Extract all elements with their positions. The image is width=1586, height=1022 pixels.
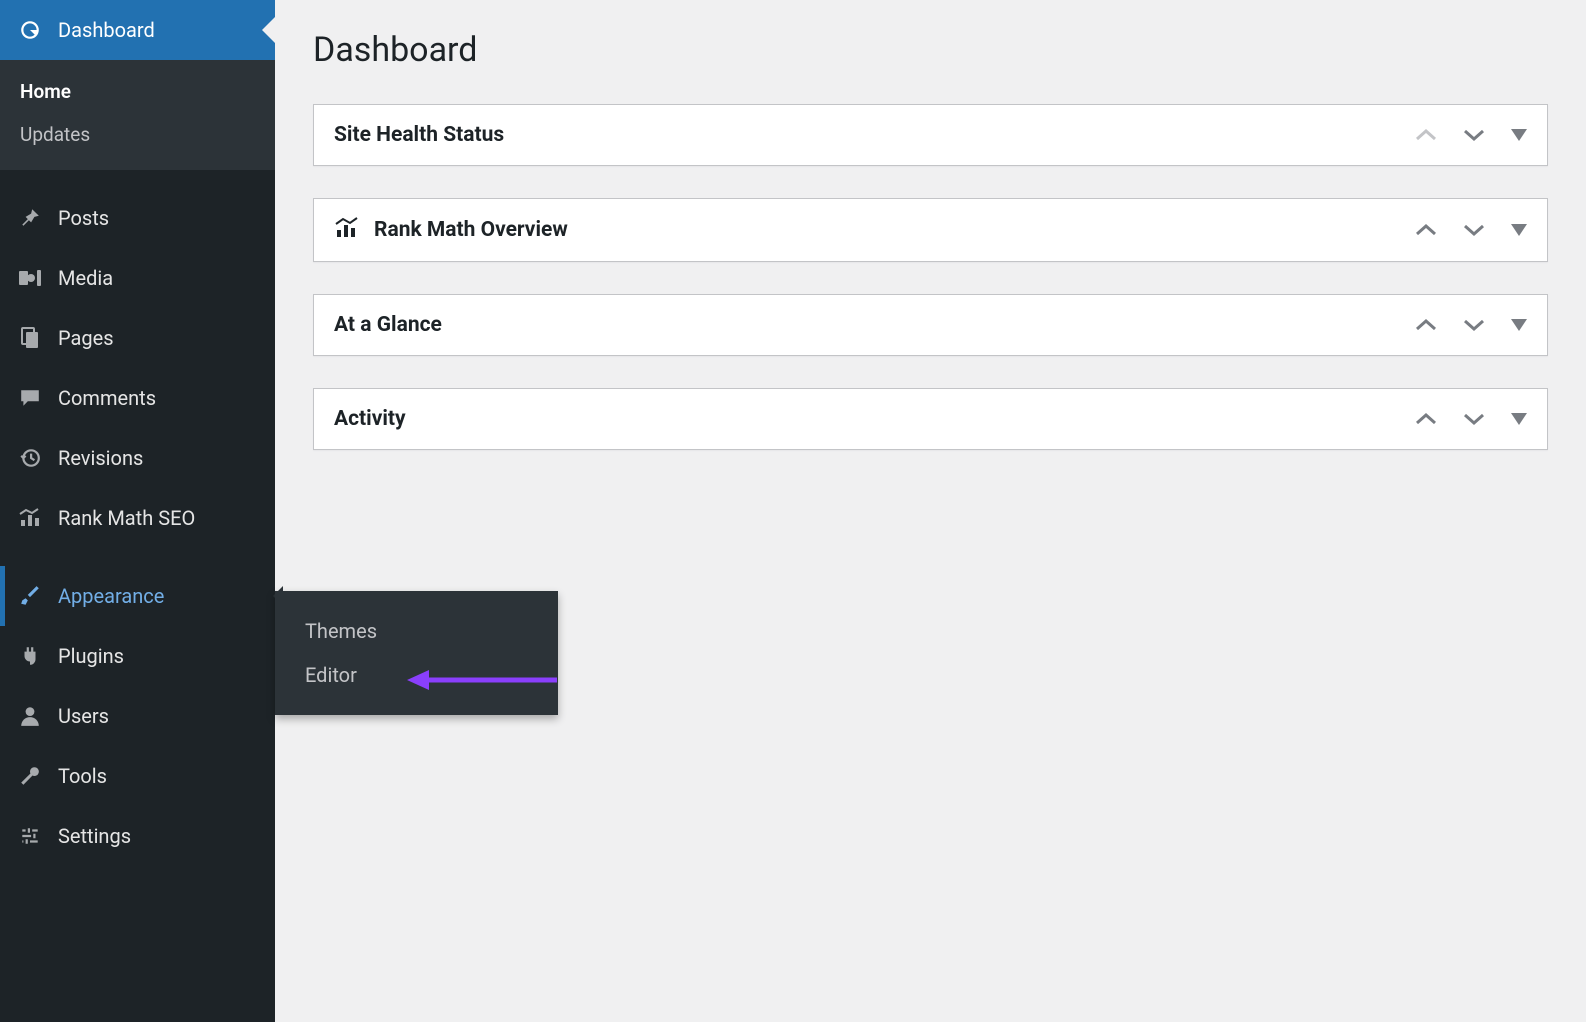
sidebar-item-pages[interactable]: Pages bbox=[0, 308, 275, 368]
panel-rankmath-overview: Rank Math Overview bbox=[313, 198, 1548, 262]
panel-title-activity: Activity bbox=[334, 407, 406, 431]
sidebar-label-settings: Settings bbox=[58, 824, 131, 848]
sidebar-separator bbox=[0, 170, 275, 188]
sidebar-label-pages: Pages bbox=[58, 326, 114, 350]
main-content: Dashboard Site Health Status Rank Math O… bbox=[275, 0, 1586, 512]
dashboard-submenu: Home Updates bbox=[0, 60, 275, 170]
chart-icon bbox=[16, 508, 44, 528]
toggle-panel-icon[interactable] bbox=[1511, 224, 1527, 236]
sidebar-label-tools: Tools bbox=[58, 764, 107, 788]
sidebar-item-users[interactable]: Users bbox=[0, 686, 275, 746]
brush-icon bbox=[16, 585, 44, 607]
move-up-icon bbox=[1415, 128, 1437, 142]
sidebar-label-appearance: Appearance bbox=[58, 584, 164, 608]
plug-icon bbox=[16, 645, 44, 667]
sidebar-item-tools[interactable]: Tools bbox=[0, 746, 275, 806]
sidebar-label-posts: Posts bbox=[58, 206, 109, 230]
page-title: Dashboard bbox=[313, 30, 1548, 70]
move-up-icon[interactable] bbox=[1415, 412, 1437, 426]
sidebar-label-rankmath: Rank Math SEO bbox=[58, 506, 195, 530]
sidebar-separator bbox=[0, 548, 275, 566]
sidebar-item-revisions[interactable]: Revisions bbox=[0, 428, 275, 488]
move-down-icon[interactable] bbox=[1463, 128, 1485, 142]
sidebar-item-rankmath[interactable]: Rank Math SEO bbox=[0, 488, 275, 548]
sidebar-label-users: Users bbox=[58, 704, 109, 728]
submenu-item-home[interactable]: Home bbox=[0, 70, 275, 113]
sidebar-label-media: Media bbox=[58, 266, 113, 290]
admin-sidebar: Dashboard Home Updates Posts Media Pages… bbox=[0, 0, 275, 1022]
move-down-icon[interactable] bbox=[1463, 412, 1485, 426]
sidebar-item-posts[interactable]: Posts bbox=[0, 188, 275, 248]
panel-activity: Activity bbox=[313, 388, 1548, 450]
panel-title-rankmath: Rank Math Overview bbox=[374, 218, 568, 242]
toggle-panel-icon[interactable] bbox=[1511, 129, 1527, 141]
comment-icon bbox=[16, 387, 44, 409]
flyout-item-editor[interactable]: Editor bbox=[275, 653, 558, 697]
sidebar-item-plugins[interactable]: Plugins bbox=[0, 626, 275, 686]
pin-icon bbox=[16, 207, 44, 229]
chart-icon bbox=[334, 217, 360, 243]
panel-at-a-glance: At a Glance bbox=[313, 294, 1548, 356]
submenu-item-updates[interactable]: Updates bbox=[0, 113, 275, 156]
pages-icon bbox=[16, 327, 44, 349]
move-up-icon[interactable] bbox=[1415, 318, 1437, 332]
toggle-panel-icon[interactable] bbox=[1511, 319, 1527, 331]
panel-title-site-health: Site Health Status bbox=[334, 123, 504, 147]
panel-title-glance: At a Glance bbox=[334, 313, 442, 337]
wrench-icon bbox=[16, 765, 44, 787]
flyout-item-themes[interactable]: Themes bbox=[275, 609, 558, 653]
sidebar-item-comments[interactable]: Comments bbox=[0, 368, 275, 428]
sidebar-label-revisions: Revisions bbox=[58, 446, 143, 470]
appearance-flyout: Themes Editor bbox=[275, 591, 558, 715]
sliders-icon bbox=[16, 825, 44, 847]
panel-site-health: Site Health Status bbox=[313, 104, 1548, 166]
media-icon bbox=[16, 267, 44, 289]
sidebar-item-settings[interactable]: Settings bbox=[0, 806, 275, 866]
sidebar-label-dashboard: Dashboard bbox=[58, 18, 155, 42]
sidebar-label-comments: Comments bbox=[58, 386, 156, 410]
toggle-panel-icon[interactable] bbox=[1511, 413, 1527, 425]
history-icon bbox=[16, 447, 44, 469]
dashboard-icon bbox=[16, 19, 44, 41]
sidebar-label-plugins: Plugins bbox=[58, 644, 124, 668]
sidebar-item-dashboard[interactable]: Dashboard bbox=[0, 0, 275, 60]
user-icon bbox=[16, 705, 44, 727]
move-down-icon[interactable] bbox=[1463, 318, 1485, 332]
sidebar-item-appearance[interactable]: Appearance bbox=[0, 566, 275, 626]
move-down-icon[interactable] bbox=[1463, 223, 1485, 237]
sidebar-item-media[interactable]: Media bbox=[0, 248, 275, 308]
move-up-icon[interactable] bbox=[1415, 223, 1437, 237]
